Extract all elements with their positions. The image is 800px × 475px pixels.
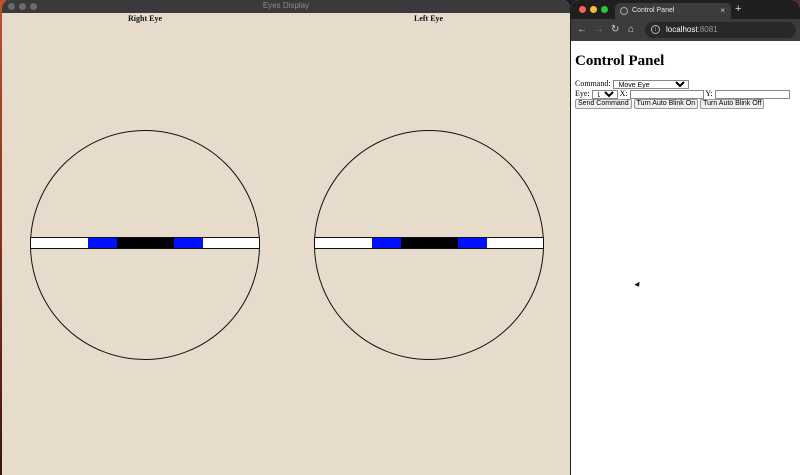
tab-control-panel[interactable]: Control Panel × (615, 3, 731, 19)
auto-blink-off-button[interactable]: Turn Auto Blink Off (700, 99, 765, 110)
address-host: localhost (666, 25, 698, 34)
eyes-window-title: Eyes Display (262, 1, 310, 10)
eyes-window-titlebar[interactable]: Eyes Display (2, 0, 570, 13)
address-text: localhost:8081 (666, 25, 718, 34)
new-tab-button[interactable]: + (735, 3, 741, 15)
site-info-icon[interactable]: i (651, 25, 660, 34)
right-eye-label: Right Eye (128, 14, 162, 23)
eye-label: Eye: (575, 89, 590, 98)
close-tab-icon[interactable]: × (720, 6, 725, 15)
left-eye-slit (314, 237, 544, 249)
send-command-button[interactable]: Send Command (575, 99, 632, 110)
forward-arrow-icon[interactable]: → (594, 24, 604, 36)
right-eye-pupil (117, 238, 174, 248)
tab-strip: Control Panel × + (571, 0, 800, 19)
reload-icon[interactable]: ↻ (611, 24, 619, 36)
globe-icon (620, 7, 628, 15)
minimize-window-icon[interactable] (590, 6, 597, 13)
page-content: Control Panel Command: Move Eye Eye: Lef… (571, 41, 800, 475)
command-label: Command: (575, 79, 611, 88)
home-icon[interactable]: ⌂ (628, 24, 634, 36)
browser-toolbar: ← → ↻ ⌂ i localhost:8081 (571, 19, 800, 41)
right-eye-iris-left (88, 238, 117, 248)
eyes-display-window: Eyes Display Right Eye Left Eye (2, 0, 570, 475)
command-select[interactable]: Move Eye (612, 79, 689, 89)
right-eye-slit (30, 237, 260, 249)
zoom-window-icon[interactable] (601, 6, 608, 13)
eye-coords-row: Eye: Left X: Y: (575, 89, 796, 99)
address-port: :8081 (697, 25, 718, 34)
left-eye-label: Left Eye (414, 14, 444, 23)
x-input[interactable] (629, 89, 704, 99)
left-eye-iris-left (372, 238, 401, 248)
tab-title: Control Panel (632, 7, 675, 14)
buttons-row: Send Command Turn Auto Blink On Turn Aut… (575, 99, 796, 110)
left-eye-iris-right (458, 238, 487, 248)
eye-select[interactable]: Left (591, 89, 618, 99)
right-eye-iris-right (174, 238, 203, 248)
command-row: Command: Move Eye (575, 79, 796, 89)
close-window-icon[interactable] (579, 6, 586, 13)
browser-window: Control Panel × + ← → ↻ ⌂ i localhost:80… (571, 0, 800, 475)
address-bar[interactable]: i localhost:8081 (645, 22, 796, 38)
page-title: Control Panel (575, 53, 665, 69)
left-eye-pupil (401, 238, 458, 248)
y-input[interactable] (714, 89, 790, 99)
back-arrow-icon[interactable]: ← (577, 24, 587, 36)
auto-blink-on-button[interactable]: Turn Auto Blink On (633, 99, 699, 110)
y-label: Y: (705, 89, 713, 98)
x-label: X: (619, 89, 628, 98)
